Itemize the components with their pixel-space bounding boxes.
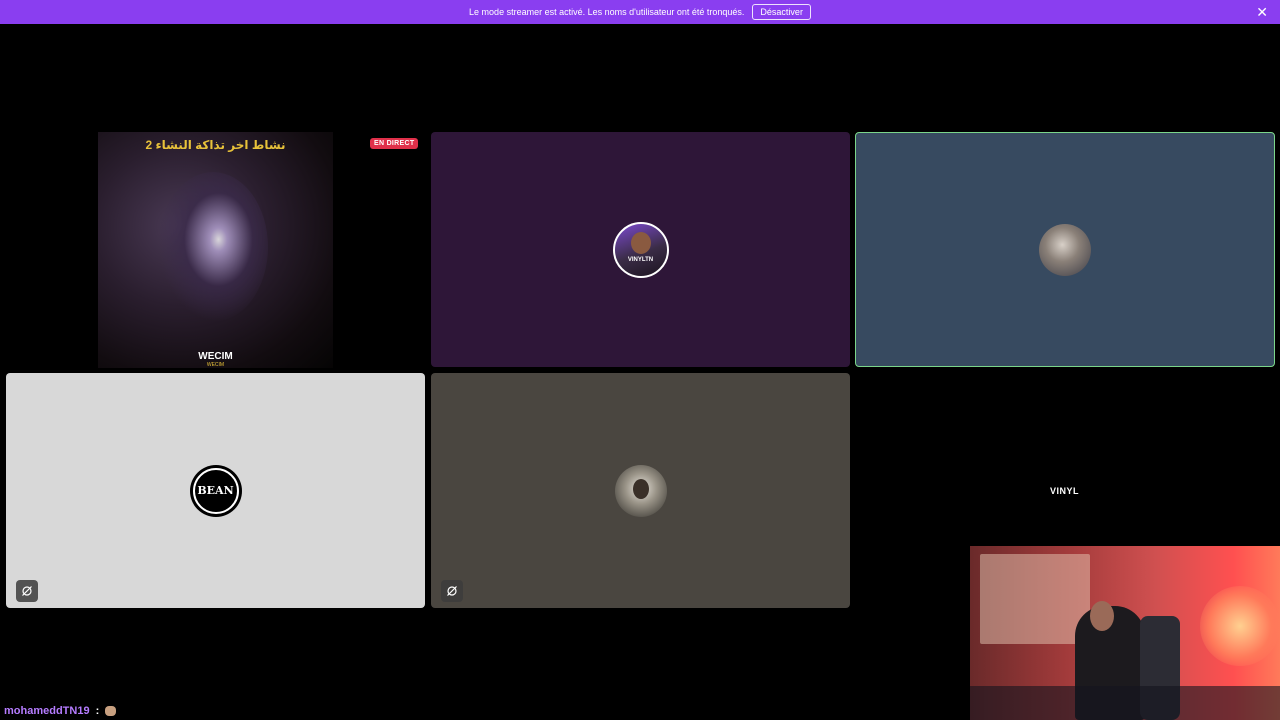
video-off-icon	[16, 580, 38, 602]
avatar-face	[632, 478, 649, 499]
webcam-overlay	[970, 546, 1280, 720]
album-cover-artist-small: WECIM	[206, 362, 225, 368]
avatar	[1039, 223, 1091, 276]
hamster-emote-icon	[105, 706, 117, 717]
avatar: VINYL	[1038, 464, 1091, 517]
album-cover-artist: WECIM	[198, 351, 233, 362]
stream-tile[interactable]: 2 نشاط اخر تذاكة النشاء WECIM WECIM	[98, 132, 333, 368]
live-badge: EN DIRECT	[370, 138, 419, 149]
participant-tile-4[interactable]	[431, 373, 850, 608]
participant-tile-2[interactable]	[855, 132, 1275, 367]
album-cover-art	[158, 172, 268, 322]
streamer-mode-banner: Le mode streamer est activé. Les noms d'…	[0, 0, 1280, 24]
album-cover-title: 2 نشاط اخر تذاكة النشاء	[145, 138, 286, 152]
avatar	[614, 464, 667, 517]
avatar-face	[630, 231, 651, 254]
participant-tile-3[interactable]: BEAN	[6, 373, 425, 608]
avatar: BEAN	[189, 464, 242, 517]
avatar: VINYLTN	[612, 221, 669, 278]
avatar-ring: BEAN	[192, 467, 239, 514]
avatar-label: VINYLTN	[627, 256, 654, 263]
banner-message: Le mode streamer est activé. Les noms d'…	[469, 7, 745, 17]
close-icon[interactable]: ✕	[1256, 5, 1268, 19]
chat-username[interactable]: mohameddTN19	[4, 705, 90, 717]
webcam-lamp	[1200, 586, 1280, 666]
webcam-head	[1090, 601, 1114, 631]
webcam-shelves	[980, 554, 1090, 644]
disable-streamer-mode-button[interactable]: Désactiver	[752, 4, 811, 20]
webcam-desk	[970, 686, 1280, 720]
video-off-icon	[441, 580, 463, 602]
chat-separator: :	[95, 705, 100, 717]
avatar-text: BEAN	[197, 484, 234, 497]
participant-tile-1[interactable]: VINYLTN	[431, 132, 850, 367]
chat-message: mohameddTN19 :	[4, 705, 117, 717]
avatar-text: VINYL	[1049, 485, 1079, 496]
